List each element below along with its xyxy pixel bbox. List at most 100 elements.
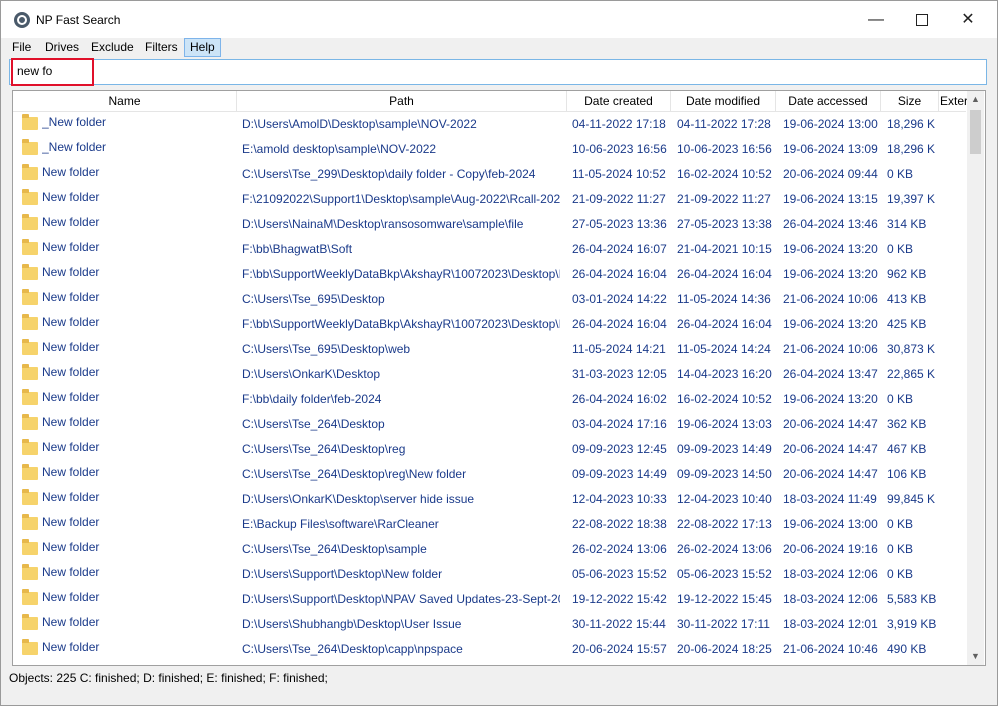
cell-path: D:\Users\NainaM\Desktop\ransosomware\sam…	[242, 217, 524, 231]
folder-icon	[22, 114, 38, 130]
cell-name: New folder	[42, 590, 100, 604]
column-header-date-accessed[interactable]: Date accessed	[776, 91, 881, 111]
table-row[interactable]: New folder C:\Users\Tse_695\Desktop 03-01-…	[13, 287, 966, 312]
table-row[interactable]: New folder C:\Users\Tse_299\Desktop\daily…	[13, 162, 966, 187]
menu-drives[interactable]: Drives	[40, 39, 84, 56]
table-row[interactable]: New folder F:\bb\SupportWeeklyDataBkp\Aks…	[13, 262, 966, 287]
cell-date-modified: 26-02-2024 13:06	[677, 542, 772, 556]
cell-date-accessed: 18-03-2024 12:06	[783, 567, 878, 581]
column-header-extension[interactable]: Exter	[939, 91, 969, 111]
column-header-date-created[interactable]: Date created	[567, 91, 671, 111]
table-row[interactable]: New folder C:\Users\Tse_264\Desktop\reg 09…	[13, 437, 966, 462]
table-row[interactable]: _New folder D:\Users\AmolD\Desktop\sample…	[13, 112, 966, 137]
table-row[interactable]: New folder E:\Backup Files\software\RarCl…	[13, 512, 966, 537]
folder-icon	[22, 214, 38, 230]
cell-path: C:\Users\Tse_695\Desktop\web	[242, 342, 411, 356]
cell-date-modified: 09-09-2023 14:49	[677, 442, 772, 456]
menu-filters[interactable]: Filters	[140, 39, 183, 56]
cell-date-accessed: 26-04-2024 13:46	[783, 217, 878, 231]
table-row[interactable]: New folder D:\Users\NainaM\Desktop\ransos…	[13, 212, 966, 237]
folder-icon	[22, 439, 38, 455]
folder-icon	[22, 314, 38, 330]
cell-name: New folder	[42, 440, 100, 454]
cell-path: F:\bb\daily folder\feb-2024	[242, 392, 382, 406]
cell-date-modified: 21-04-2021 10:15	[677, 242, 772, 256]
cell-path: C:\Users\Tse_264\Desktop\capp\npspace	[242, 642, 463, 656]
cell-date-modified: 19-12-2022 15:45	[677, 592, 772, 606]
vertical-scrollbar[interactable]: ▲ ▼	[967, 91, 984, 665]
cell-name: New folder	[42, 390, 100, 404]
cell-name: New folder	[42, 365, 100, 379]
cell-name: New folder	[42, 315, 100, 329]
table-row[interactable]: _New folder E:\amold desktop\sample\NOV-2…	[13, 137, 966, 162]
cell-size: 22,865 K	[887, 367, 936, 381]
search-input[interactable]	[10, 60, 984, 82]
cell-date-created: 10-06-2023 16:56	[572, 142, 667, 156]
cell-name: New folder	[42, 215, 100, 229]
folder-icon	[22, 614, 38, 630]
table-body: _New folder D:\Users\AmolD\Desktop\sample…	[13, 112, 966, 662]
table-row[interactable]: New folder C:\Users\Tse_264\Desktop\reg\N…	[13, 462, 966, 487]
cell-date-modified: 14-04-2023 16:20	[677, 367, 772, 381]
title-bar[interactable]: NP Fast Search — ✕	[1, 1, 997, 38]
cell-date-accessed: 21-06-2024 10:06	[783, 292, 878, 306]
cell-name: New folder	[42, 340, 100, 354]
table-row[interactable]: New folder F:\bb\BhagwatB\Soft 26-04-2024 …	[13, 237, 966, 262]
cell-date-modified: 21-09-2022 11:27	[677, 192, 771, 206]
cell-date-accessed: 18-03-2024 11:49	[783, 492, 877, 506]
cell-path: E:\amold desktop\sample\NOV-2022	[242, 142, 437, 156]
table-row[interactable]: New folder F:\bb\daily folder\feb-2024 26-…	[13, 387, 966, 412]
cell-date-created: 22-08-2022 18:38	[572, 517, 667, 531]
table-row[interactable]: New folder C:\Users\Tse_264\Desktop\sampl…	[13, 537, 966, 562]
cell-date-created: 05-06-2023 15:52	[572, 567, 667, 581]
scroll-down-icon[interactable]: ▼	[967, 648, 984, 665]
folder-icon	[22, 514, 38, 530]
cell-size: 0 KB	[887, 392, 914, 406]
table-row[interactable]: New folder D:\Users\Shubhangb\Desktop\Use…	[13, 612, 966, 637]
cell-path: C:\Users\Tse_695\Desktop	[242, 292, 385, 306]
cell-size: 413 KB	[887, 292, 927, 306]
table-row[interactable]: New folder C:\Users\Tse_264\Desktop 03-04-…	[13, 412, 966, 437]
column-header-path[interactable]: Path	[237, 91, 567, 111]
cell-path: C:\Users\Tse_264\Desktop\reg	[242, 442, 406, 456]
column-header-date-modified[interactable]: Date modified	[671, 91, 776, 111]
maximize-button[interactable]	[899, 1, 945, 38]
cell-size: 425 KB	[887, 317, 927, 331]
cell-size: 962 KB	[887, 267, 927, 281]
cell-path: E:\Backup Files\software\RarCleaner	[242, 517, 439, 531]
table-row[interactable]: New folder D:\Users\Support\Desktop\New f…	[13, 562, 966, 587]
minimize-button[interactable]: —	[853, 1, 899, 38]
menu-file[interactable]: File	[7, 39, 36, 56]
cell-date-created: 30-11-2022 15:44	[572, 617, 666, 631]
cell-size: 0 KB	[887, 242, 914, 256]
cell-size: 106 KB	[887, 467, 927, 481]
close-button[interactable]: ✕	[945, 1, 991, 38]
menu-help[interactable]: Help	[184, 38, 221, 57]
scroll-up-icon[interactable]: ▲	[967, 91, 984, 108]
table-row[interactable]: New folder F:\bb\SupportWeeklyDataBkp\Aks…	[13, 312, 966, 337]
scrollbar-thumb[interactable]	[970, 110, 981, 154]
table-row[interactable]: New folder F:\21092022\Support1\Desktop\s…	[13, 187, 966, 212]
app-search-icon	[14, 12, 30, 28]
table-row[interactable]: New folder C:\Users\Tse_264\Desktop\capp\…	[13, 637, 966, 662]
app-window: NP Fast Search — ✕ File Drives Exclude F…	[0, 0, 998, 706]
search-box	[9, 59, 987, 85]
cell-date-accessed: 21-06-2024 10:46	[783, 642, 878, 656]
cell-date-created: 11-05-2024 14:21	[572, 342, 666, 356]
column-header-name[interactable]: Name	[13, 91, 237, 111]
table-row[interactable]: New folder D:\Users\OnkarK\Desktop\server…	[13, 487, 966, 512]
menu-exclude[interactable]: Exclude	[86, 39, 139, 56]
cell-path: D:\Users\OnkarK\Desktop	[242, 367, 381, 381]
folder-icon	[22, 339, 38, 355]
table-row[interactable]: New folder D:\Users\Support\Desktop\NPAV …	[13, 587, 966, 612]
cell-date-modified: 26-04-2024 16:04	[677, 267, 772, 281]
cell-date-modified: 26-04-2024 16:04	[677, 317, 772, 331]
table-row[interactable]: New folder D:\Users\OnkarK\Desktop 31-03-2…	[13, 362, 966, 387]
table-row[interactable]: New folder C:\Users\Tse_695\Desktop\web 11…	[13, 337, 966, 362]
cell-date-modified: 12-04-2023 10:40	[677, 492, 772, 506]
cell-size: 0 KB	[887, 542, 914, 556]
cell-size: 3,919 KB	[887, 617, 937, 631]
cell-path: C:\Users\Tse_299\Desktop\daily folder - …	[242, 167, 536, 181]
cell-path: D:\Users\Shubhangb\Desktop\User Issue	[242, 617, 462, 631]
column-header-size[interactable]: Size	[881, 91, 939, 111]
